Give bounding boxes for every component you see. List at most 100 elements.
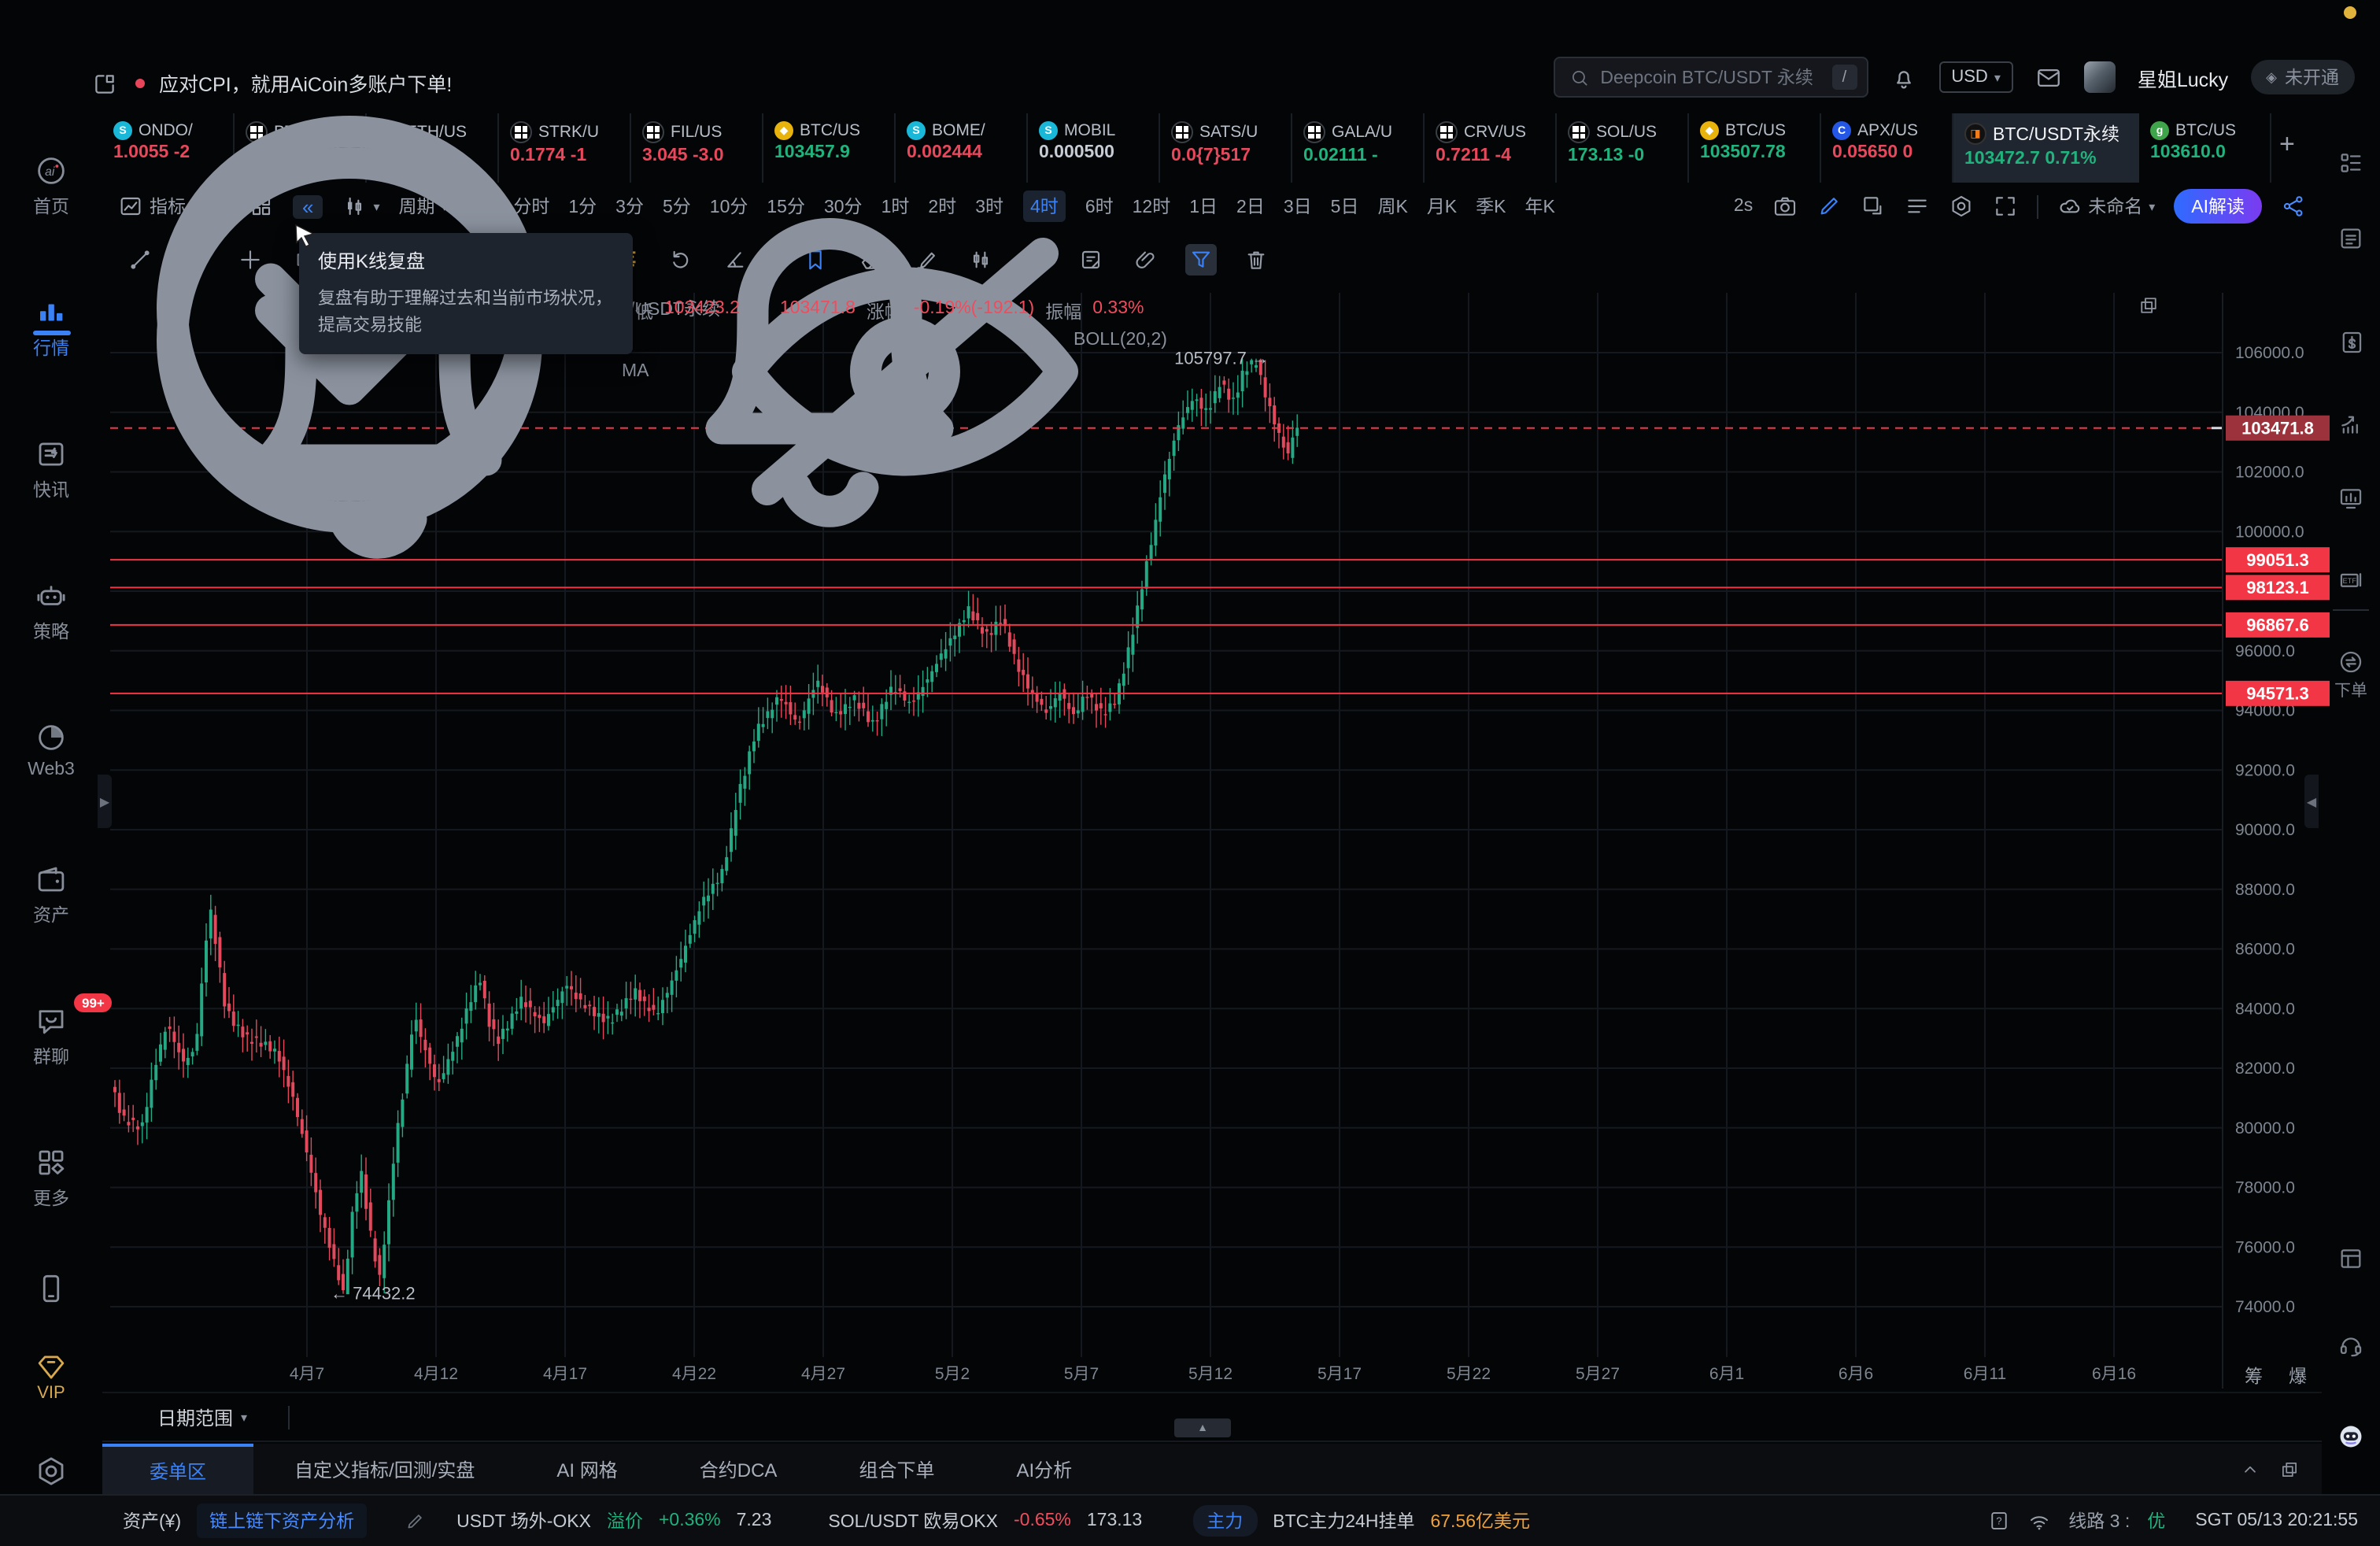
y-axis-label: 90000.0 xyxy=(2235,821,2295,839)
ohlc-label: 涨幅 xyxy=(867,299,903,324)
alert-bell-icon[interactable] xyxy=(142,135,614,608)
collapse-panel-button[interactable]: ▲ xyxy=(1174,1418,1231,1437)
x-axis-label: 6月1 xyxy=(1709,1365,1744,1383)
low-annotation: ← 74432.2 xyxy=(331,1284,416,1304)
etf-button[interactable]: ETF xyxy=(2322,567,2380,594)
eye-off-icon[interactable] xyxy=(670,135,1142,608)
usdt-otc-label[interactable]: USDT 场外-OKX xyxy=(456,1508,591,1533)
kline-monitor-icon xyxy=(2338,485,2364,512)
y-axis-label: 74000.0 xyxy=(2235,1298,2295,1316)
bottom-tab-AI分析[interactable]: AI分析 xyxy=(975,1444,1113,1494)
x-axis-label: 5月12 xyxy=(1188,1365,1232,1383)
status-bar: 资产(¥) 链上链下资产分析 USDT 场外-OKX 溢价 +0.36% 7.2… xyxy=(0,1494,2380,1546)
burst-axis-button[interactable]: 爆 xyxy=(2289,1363,2307,1389)
kline-monitor-button[interactable] xyxy=(2322,485,2380,512)
premium-value: +0.36% xyxy=(659,1511,721,1530)
svg-text:ETF: ETF xyxy=(2342,577,2356,585)
watchlist-button[interactable] xyxy=(2322,150,2380,176)
y-axis-label: 80000.0 xyxy=(2235,1119,2295,1137)
news-feed-icon xyxy=(2338,225,2364,252)
svg-text:96867.6: 96867.6 xyxy=(2246,615,2309,634)
x-axis-label: 4月7 xyxy=(290,1365,324,1383)
x-axis-label: 5月27 xyxy=(1576,1365,1620,1383)
svg-text:98123.1: 98123.1 xyxy=(2246,578,2309,597)
orders-value: 67.56亿美元 xyxy=(1430,1508,1530,1533)
popout-panel-icon[interactable] xyxy=(2279,1459,2300,1479)
y-axis-label: 82000.0 xyxy=(2235,1060,2295,1078)
svg-text:103471.8: 103471.8 xyxy=(2241,418,2314,438)
y-axis-label: 92000.0 xyxy=(2235,761,2295,779)
premium-label: 溢价 xyxy=(607,1508,643,1533)
ohlc-label: 低 xyxy=(635,299,653,324)
tooltip-body: 复盘有助于理解过去和当前市场状况，提高交易技能 xyxy=(318,287,614,340)
legend-ma[interactable]: MA xyxy=(622,362,649,381)
date-range-dropdown[interactable]: 日期范围 xyxy=(157,1404,233,1430)
kline-replay-tooltip: 使用K线复盘 复盘有助于理解过去和当前市场状况，提高交易技能 xyxy=(299,233,633,354)
y-axis-label: 102000.0 xyxy=(2235,464,2304,482)
x-axis-label: 6月16 xyxy=(2092,1365,2136,1383)
high-annotation: 105797.7 → xyxy=(1174,349,1269,368)
ohlc-value: 0.33% xyxy=(1092,299,1144,324)
chips-axis-button[interactable]: 筹 xyxy=(2245,1363,2263,1389)
ohlc-value: 103423.2 xyxy=(664,299,740,324)
y-axis-label: 84000.0 xyxy=(2235,1000,2295,1018)
news-feed-button[interactable] xyxy=(2322,225,2380,252)
bottom-tab-组合下单[interactable]: 组合下单 xyxy=(818,1444,975,1494)
y-axis-label: 96000.0 xyxy=(2235,642,2295,660)
edit-pencil-icon[interactable] xyxy=(405,1511,425,1531)
order-exchange-icon xyxy=(2338,649,2364,675)
svg-text:99051.3: 99051.3 xyxy=(2246,550,2309,570)
right-panel-handle[interactable]: ◀ xyxy=(2304,775,2319,828)
x-axis-label: 4月22 xyxy=(672,1365,716,1383)
ohlc-label: 收 xyxy=(751,299,769,324)
expand-panel-icon[interactable] xyxy=(2240,1459,2260,1479)
funding-button[interactable] xyxy=(2322,329,2380,356)
market-trend-icon xyxy=(2338,411,2364,438)
bottom-tab-合约DCA[interactable]: 合约DCA xyxy=(659,1444,819,1494)
market-trend-button[interactable] xyxy=(2322,411,2380,438)
y-axis-label: 88000.0 xyxy=(2235,881,2295,899)
order-exchange-button[interactable]: 下单 xyxy=(2322,649,2380,702)
network-wifi-icon[interactable] xyxy=(2027,1509,2051,1533)
ai-assistant-button[interactable] xyxy=(2322,1423,2380,1450)
ai-assistant-icon xyxy=(2338,1423,2364,1450)
funding-icon xyxy=(2338,329,2364,356)
x-axis-label: 6月6 xyxy=(1839,1365,1873,1383)
x-axis-label: 6月11 xyxy=(1964,1365,2006,1383)
ohlc-label: 振幅 xyxy=(1045,299,1081,324)
clock: SGT 05/13 20:21:55 xyxy=(2195,1511,2358,1530)
ohlc-value: 103471.8 xyxy=(780,299,856,324)
window-restore-icon[interactable] xyxy=(2138,294,2160,316)
sol-label[interactable]: SOL/USDT 欧易OKX xyxy=(828,1508,998,1533)
y-axis-label: 78000.0 xyxy=(2235,1179,2295,1197)
orders-label[interactable]: BTC主力24H挂单 xyxy=(1273,1508,1414,1533)
x-axis-label: 5月22 xyxy=(1447,1365,1491,1383)
ohlc-value: -0.19%(-192.1) xyxy=(914,299,1034,324)
bottom-tab-委单区[interactable]: 委单区 xyxy=(102,1444,253,1494)
svg-text:94571.3: 94571.3 xyxy=(2246,683,2309,703)
layout-panel-button[interactable] xyxy=(2322,1245,2380,1272)
bottom-tab-自定义指标回测实盘[interactable]: 自定义指标/回测/实盘 xyxy=(253,1444,516,1494)
assets-label[interactable]: 资产(¥) xyxy=(123,1508,181,1533)
line-status: 优 xyxy=(2147,1508,2165,1533)
usdt-price: 7.23 xyxy=(737,1511,772,1530)
line-label[interactable]: 线路 3 : xyxy=(2068,1508,2130,1533)
y-axis-label: 106000.0 xyxy=(2235,344,2304,362)
right-sidebar: ETF 下单 xyxy=(2322,113,2380,1494)
sol-price: 173.13 xyxy=(1087,1511,1142,1530)
x-axis-label: 4月27 xyxy=(801,1365,845,1383)
watchlist-icon xyxy=(2338,150,2364,176)
y-axis-label: 76000.0 xyxy=(2235,1238,2295,1256)
main-force-badge[interactable]: 主力 xyxy=(1192,1505,1257,1537)
x-axis-label: 4月17 xyxy=(543,1365,587,1383)
bottom-tab-AI网格[interactable]: AI 网格 xyxy=(516,1444,658,1494)
order-label: 下单 xyxy=(2334,679,2367,702)
bottom-tab-bar: 委单区自定义指标/回测/实盘AI 网格合约DCA组合下单AI分析 xyxy=(102,1444,2322,1494)
x-axis-label: 5月17 xyxy=(1318,1365,1362,1383)
left-panel-handle[interactable]: ▶ xyxy=(98,775,112,828)
support-headset-button[interactable] xyxy=(2322,1332,2380,1359)
asset-analysis-link[interactable]: 链上链下资产分析 xyxy=(197,1503,367,1538)
help-icon[interactable]: ? xyxy=(1988,1510,2010,1532)
x-axis-label: 5月7 xyxy=(1064,1365,1099,1383)
divider xyxy=(288,1405,290,1429)
